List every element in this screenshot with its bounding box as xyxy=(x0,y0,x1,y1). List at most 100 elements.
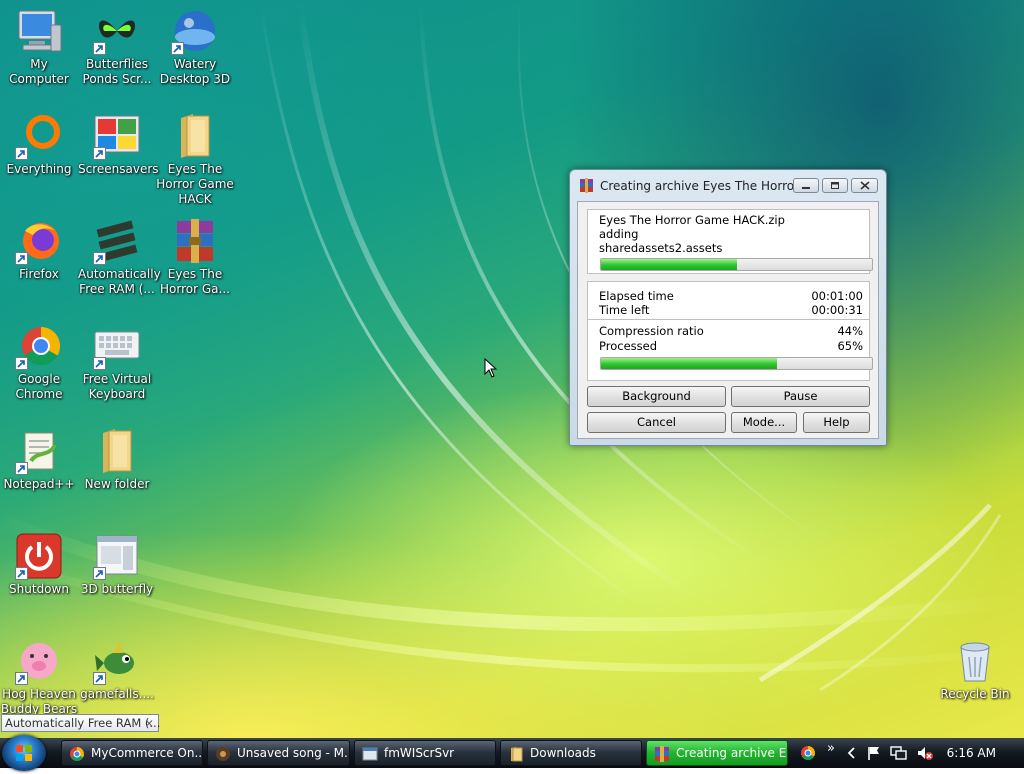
processed-label: Processed xyxy=(599,339,657,353)
clock[interactable]: 6:16 AM xyxy=(947,746,996,760)
desktop-icon-everything[interactable]: Everything xyxy=(0,112,78,177)
archive-name: Eyes The Horror Game HACK.zip xyxy=(599,213,785,227)
dialog-title-bar[interactable]: Creating archive Eyes The Horror ... xyxy=(570,170,886,200)
background-button[interactable]: Background xyxy=(587,386,726,407)
toolbar-overflow-button[interactable]: » xyxy=(827,741,835,756)
time-left-value: 00:00:31 xyxy=(811,303,863,317)
icon-label: New folder xyxy=(84,477,150,491)
icon-label: Firefox xyxy=(19,267,59,281)
file-progress-fill xyxy=(601,259,737,270)
total-progress-fill xyxy=(601,358,778,369)
desktop-icon-shutdown[interactable]: Shutdown xyxy=(0,532,78,597)
desktop-icon-automatically-free-ram[interactable]: Automatically Free RAM (... xyxy=(78,217,161,297)
current-action: adding xyxy=(599,227,639,241)
taskbar-item-mycommerce[interactable]: MyCommerce On... xyxy=(61,740,203,766)
volume-muted-icon[interactable] xyxy=(916,745,934,761)
action-center-flag-icon[interactable] xyxy=(866,745,882,761)
icon-label: 3D butterfly xyxy=(80,582,154,596)
icon-label: Eyes The Horror Ga... xyxy=(160,267,230,296)
desktop-icon-watery-desktop-3d[interactable]: Watery Desktop 3D xyxy=(156,7,234,87)
mouse-cursor-icon xyxy=(484,358,498,378)
archive-progress-dialog: Creating archive Eyes The Horror ... Eye… xyxy=(569,169,887,446)
desktop-icon-hog-heaven[interactable]: Hog Heaven Buddy Bears xyxy=(0,637,78,717)
folder-icon xyxy=(511,747,523,762)
icon-label: Watery Desktop 3D xyxy=(159,57,231,86)
compression-ratio-value: 44% xyxy=(837,324,863,338)
taskbar-item-label: Unsaved song - M... xyxy=(237,746,350,760)
processed-value: 65% xyxy=(837,339,863,353)
time-left-label: Time left xyxy=(599,303,650,317)
icon-label: My Computer xyxy=(9,57,69,86)
cancel-button[interactable]: Cancel xyxy=(587,412,726,433)
minimize-button[interactable] xyxy=(793,178,819,193)
desktop-icon-firefox[interactable]: Firefox xyxy=(0,217,78,282)
restore-icon xyxy=(831,182,839,189)
music-app-icon xyxy=(216,747,230,761)
desktop-icon-butterflies-ponds[interactable]: Butterflies Ponds Scr... xyxy=(78,7,156,87)
icon-label: Automatically Free RAM (... xyxy=(78,267,161,296)
elapsed-time-label: Elapsed time xyxy=(599,289,674,303)
taskbar-tooltip: Automatically Free RAM (... × xyxy=(1,714,161,732)
icon-label: Free Virtual Keyboard xyxy=(82,372,152,401)
icon-label: Butterflies Ponds Scr... xyxy=(82,57,152,86)
desktop-icon-recycle-bin[interactable]: Recycle Bin xyxy=(936,637,1014,702)
taskbar: MyCommerce On... Unsaved song - M... fmW… xyxy=(0,735,1024,771)
network-icon[interactable] xyxy=(890,745,908,761)
icon-label: gamefalls.... xyxy=(80,687,154,701)
taskbar-item-downloads[interactable]: Downloads xyxy=(500,740,642,766)
winrar-icon xyxy=(655,746,669,762)
divider xyxy=(588,319,869,320)
elapsed-time-value: 00:01:00 xyxy=(811,289,863,303)
mode-button[interactable]: Mode... xyxy=(731,412,797,433)
desktop-icon-my-computer[interactable]: My Computer xyxy=(0,7,78,87)
icon-label: Hog Heaven Buddy Bears xyxy=(0,687,78,716)
taskbar-item-unsaved-song[interactable]: Unsaved song - M... xyxy=(207,740,350,766)
desktop: My Computer Everything Firefox Google Ch… xyxy=(0,0,1024,738)
icon-label: Eyes The Horror Game HACK xyxy=(156,162,234,206)
taskbar-item-label: Creating archive E... xyxy=(676,746,788,760)
icon-label: Everything xyxy=(6,162,72,176)
tooltip-close-button[interactable]: × xyxy=(144,715,154,731)
chrome-icon xyxy=(70,747,84,761)
file-progress-bar xyxy=(600,258,873,271)
desktop-icon-eyes-horror-folder[interactable]: Eyes The Horror Game HACK xyxy=(156,112,234,207)
show-hidden-icons-icon[interactable] xyxy=(846,746,856,760)
desktop-icon-3d-butterfly[interactable]: 3D butterfly xyxy=(78,532,156,597)
pause-button[interactable]: Pause xyxy=(731,386,870,407)
desktop-icon-screensavers[interactable]: Screensavers xyxy=(78,112,159,177)
taskbar-item-label: Downloads xyxy=(530,746,596,760)
icon-label: Screensavers xyxy=(78,162,159,176)
start-button[interactable] xyxy=(2,735,46,771)
total-progress-bar xyxy=(600,357,873,370)
recycle-bin-icon xyxy=(960,642,990,682)
icon-label: Notepad++ xyxy=(3,477,75,491)
desktop-icon-new-folder[interactable]: New folder xyxy=(78,427,156,492)
desktop-icon-free-virtual-keyboard[interactable]: Free Virtual Keyboard xyxy=(78,322,156,402)
taskbar-item-fmwiscrsvr[interactable]: fmWIScrSvr xyxy=(354,740,496,766)
desktop-icon-notepad-plus-plus[interactable]: Notepad++ xyxy=(0,427,78,492)
system-tray: » 6:16 AM xyxy=(801,738,1024,768)
desktop-icon-google-chrome[interactable]: Google Chrome xyxy=(0,322,78,402)
windows-logo-icon xyxy=(16,745,32,761)
chrome-tray-icon[interactable] xyxy=(800,745,816,761)
close-icon xyxy=(859,181,870,190)
restore-button[interactable] xyxy=(822,178,848,193)
current-file-panel: Eyes The Horror Game HACK.zip adding sha… xyxy=(587,209,873,274)
taskbar-item-creating-archive[interactable]: Creating archive E... xyxy=(646,740,788,766)
close-button[interactable] xyxy=(851,178,878,193)
desktop-icon-eyes-horror-archive[interactable]: Eyes The Horror Ga... xyxy=(156,217,234,297)
computer-icon xyxy=(18,10,62,52)
minimize-icon xyxy=(802,187,810,189)
folder-icon xyxy=(103,429,132,473)
window-icon xyxy=(362,747,378,761)
icon-label: Google Chrome xyxy=(15,372,63,401)
taskbar-item-label: fmWIScrSvr xyxy=(384,746,455,760)
taskbar-item-label: MyCommerce On... xyxy=(91,746,203,760)
help-button[interactable]: Help xyxy=(803,412,870,433)
tooltip-text: Automatically Free RAM (... xyxy=(5,716,161,730)
folder-icon xyxy=(181,114,210,158)
dialog-client-area: Eyes The Horror Game HACK.zip adding sha… xyxy=(577,201,879,439)
winrar-icon xyxy=(177,219,213,263)
desktop-icon-gamefalls[interactable]: gamefalls.... xyxy=(78,637,156,702)
icon-label: Recycle Bin xyxy=(940,687,1010,701)
